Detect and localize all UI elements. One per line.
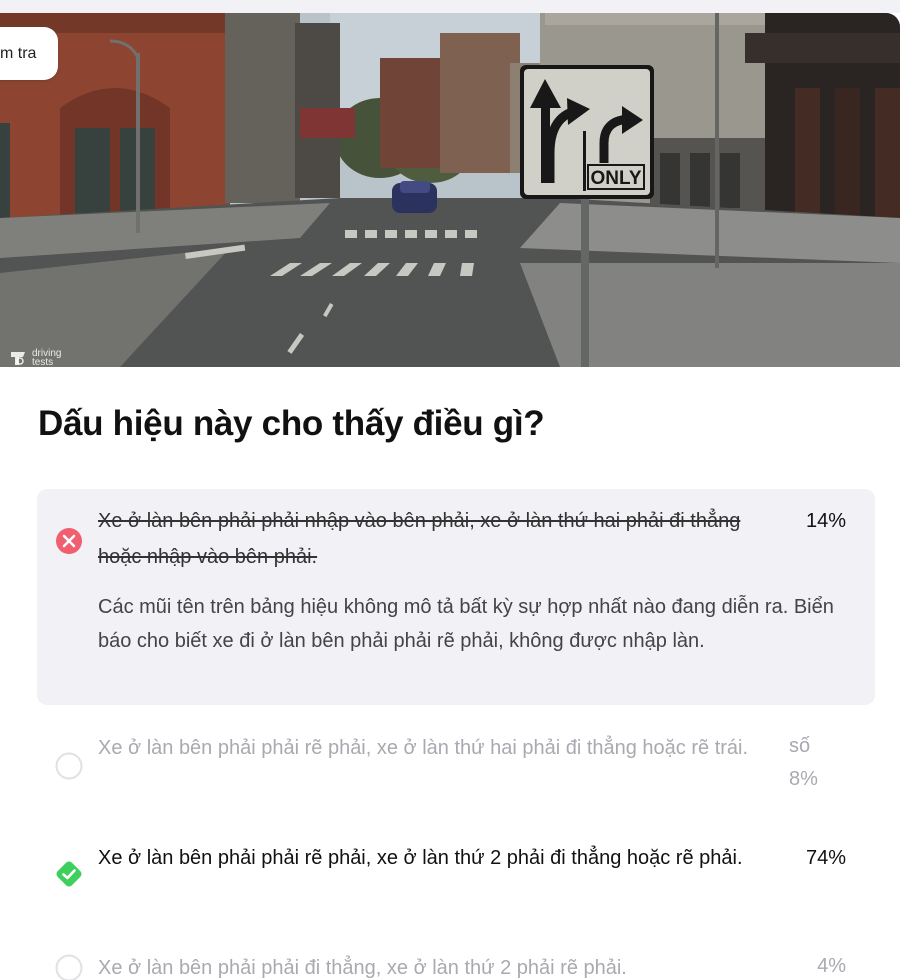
answer-text: Xe ở làn bên phải phải rẽ phải, xe ở làn… — [98, 737, 749, 759]
answer-explanation: Các mũi tên trên bảng hiệu không mô tả b… — [98, 596, 834, 652]
answer-text: Xe ở làn bên phải phải đi thẳng, xe ở là… — [98, 957, 627, 979]
correct-check-icon — [56, 861, 82, 887]
street-scene-illustration: ONLY — [0, 13, 900, 367]
radio-empty-icon — [55, 954, 83, 980]
test-tab-pill[interactable]: m tra — [0, 27, 59, 80]
answer-percent: 4% — [817, 955, 846, 977]
answer-option-4[interactable]: Xe ở làn bên phải phải đi thẳng, xe ở là… — [37, 950, 875, 980]
radio-empty-icon — [55, 752, 83, 780]
answer-percent: số 8% — [789, 735, 818, 790]
answer-option-3[interactable]: Xe ở làn bên phải phải rẽ phải, xe ở làn… — [37, 840, 875, 920]
question-title: Dấu hiệu này cho thấy điều gì? — [38, 404, 545, 443]
answer-text: Xe ở làn bên phải phải rẽ phải, xe ở làn… — [98, 847, 743, 869]
incorrect-x-icon — [56, 528, 82, 554]
test-tab-label: m tra — [0, 44, 37, 62]
answer-option-2[interactable]: Xe ở làn bên phải phải rẽ phải, xe ở làn… — [37, 730, 875, 810]
question-image: ONLY m tra driving tests — [0, 13, 900, 367]
drivingtests-logo-icon — [11, 352, 25, 365]
watermark-line2: tests — [32, 357, 54, 368]
answer-text: Xe ở làn bên phải phải nhập vào bên phải… — [98, 510, 741, 568]
answer-percent: 74% — [805, 847, 846, 869]
answer-option-1[interactable]: Xe ở làn bên phải phải nhập vào bên phải… — [37, 489, 875, 705]
drivingtests-watermark: driving tests — [8, 348, 72, 367]
answer-percent: 14% — [805, 510, 846, 532]
top-strip — [0, 0, 900, 13]
